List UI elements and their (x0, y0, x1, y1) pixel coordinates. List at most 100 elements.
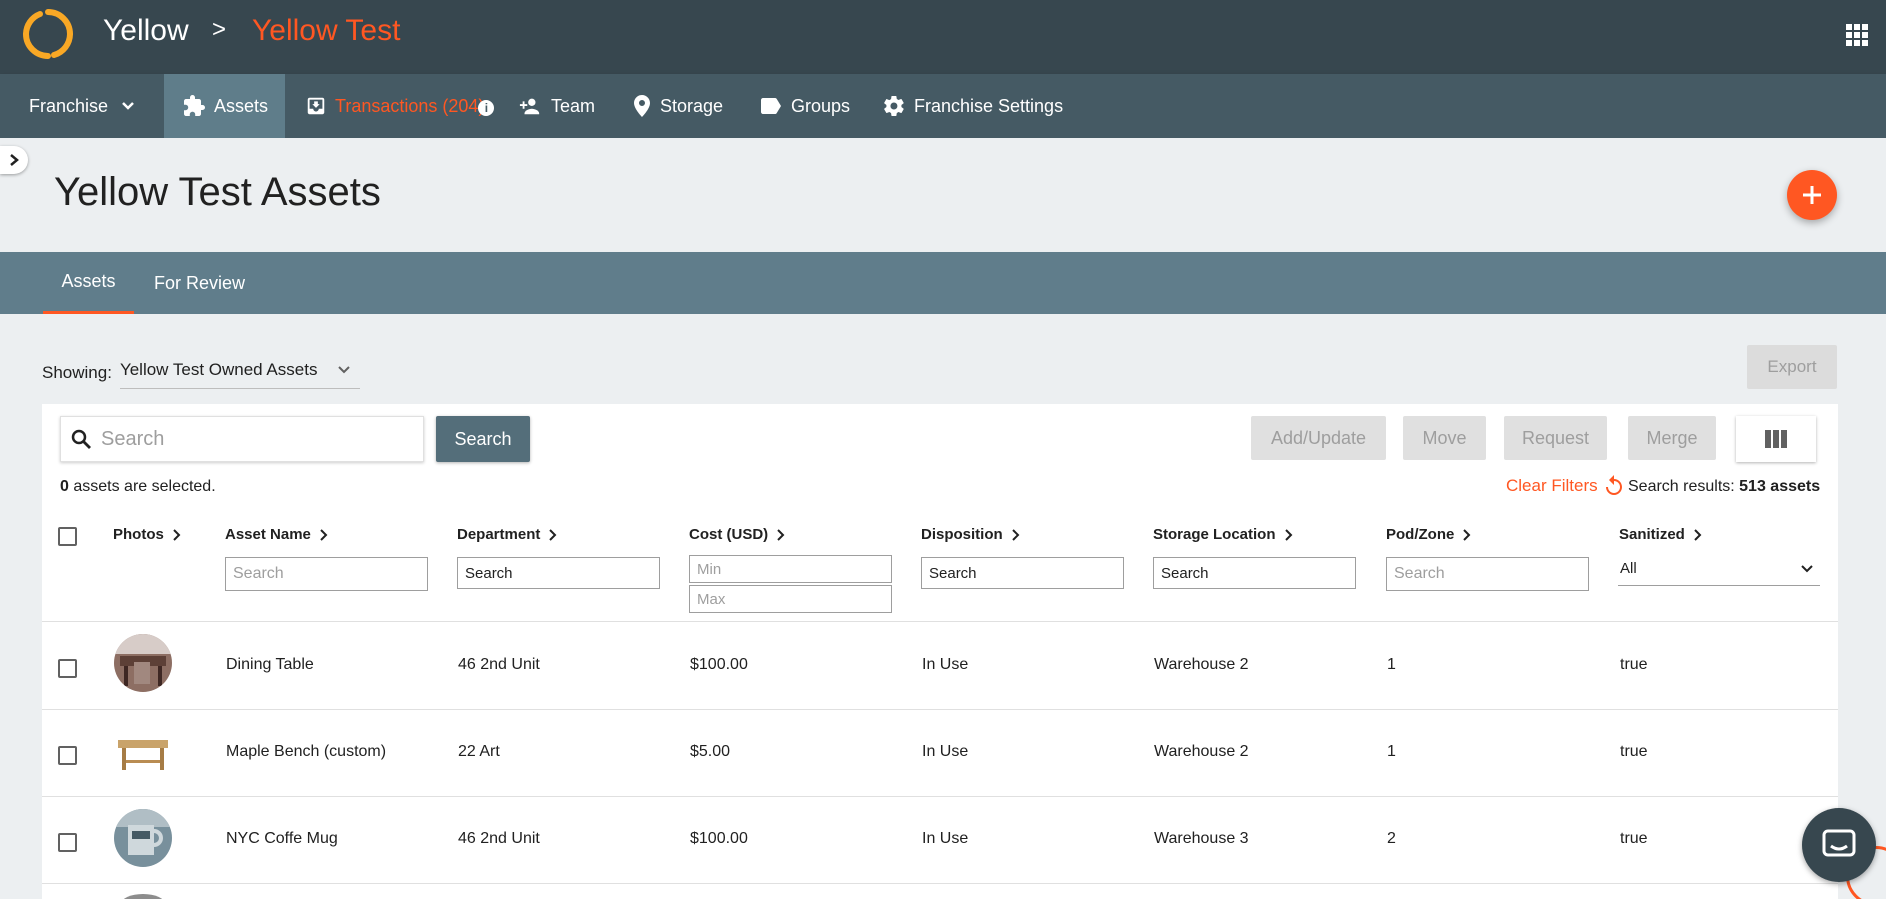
asset-name-filter-input[interactable] (225, 557, 428, 591)
nav-transactions[interactable]: Transactions (204) i (305, 74, 495, 138)
plus-icon (1803, 186, 1821, 204)
chevron-down-icon (1801, 565, 1813, 573)
row-divider (42, 883, 1838, 884)
clear-filters-button[interactable]: Clear Filters (1506, 474, 1626, 498)
select-all-checkbox[interactable] (58, 527, 77, 546)
nav-assets[interactable]: Assets (164, 74, 285, 138)
info-icon[interactable]: i (478, 100, 495, 116)
breadcrumb-org[interactable]: Yellow (103, 14, 189, 48)
column-header-department[interactable]: Department (457, 526, 558, 543)
tab-for-review[interactable]: For Review (151, 252, 248, 314)
nav-team-label: Team (551, 95, 596, 116)
search-button[interactable]: Search (436, 416, 530, 462)
asset-name-cell[interactable]: Maple Bench (custom) (226, 743, 386, 761)
nav-franchise-settings[interactable]: Franchise Settings (882, 74, 1063, 138)
asset-photo[interactable] (114, 722, 172, 780)
refresh-icon (1605, 475, 1622, 495)
apps-grid-icon[interactable] (1846, 24, 1868, 46)
chevron-right-icon (1011, 528, 1020, 541)
department-filter-input[interactable] (457, 557, 660, 589)
row-checkbox[interactable] (58, 746, 77, 765)
showing-select[interactable]: Yellow Test Owned Assets (119, 356, 360, 389)
sanitized-cell: true (1620, 830, 1648, 847)
add-asset-button[interactable] (1787, 170, 1837, 220)
column-header-sanitized-label: Sanitized (1619, 526, 1685, 543)
asset-photo[interactable] (114, 891, 172, 899)
search-results-label: Search results: (1628, 478, 1740, 495)
search-results-value: 513 assets (1739, 478, 1821, 495)
view-columns-icon (1765, 430, 1787, 448)
sanitized-cell: true (1620, 656, 1648, 673)
nav-team[interactable]: Team (517, 74, 595, 138)
table-row[interactable]: Dining Table 46 2nd Unit $100.00 In Use … (42, 622, 1838, 709)
nav-assets-label: Assets (214, 95, 269, 116)
nav-franchise-settings-label: Franchise Settings (914, 95, 1064, 116)
asset-photo[interactable] (114, 809, 172, 867)
chevron-right-icon (10, 154, 19, 166)
cost-min-input[interactable] (689, 555, 892, 583)
column-settings-button[interactable] (1736, 416, 1816, 462)
column-header-pod-zone[interactable]: Pod/Zone (1386, 526, 1472, 543)
column-header-sanitized[interactable]: Sanitized (1619, 526, 1703, 543)
column-header-storage-location[interactable]: Storage Location (1153, 526, 1294, 543)
column-header-asset-name[interactable]: Asset Name (225, 526, 329, 543)
nav-groups[interactable]: Groups (759, 74, 850, 138)
sidebar-toggle-button[interactable] (0, 146, 28, 174)
request-button[interactable]: Request (1504, 416, 1607, 460)
chevron-down-icon (122, 102, 134, 110)
disposition-filter-input[interactable] (921, 557, 1124, 589)
storage-location-filter-input[interactable] (1153, 557, 1356, 589)
storage-location-cell: Warehouse 2 (1154, 656, 1249, 673)
column-header-photos[interactable]: Photos (113, 526, 182, 543)
export-button[interactable]: Export (1747, 345, 1837, 389)
showing-label: Showing: (42, 362, 112, 382)
sanitized-cell: true (1620, 743, 1648, 760)
nav-transactions-label: Transactions (204) (335, 95, 485, 116)
sanitized-filter-select[interactable]: All (1618, 552, 1820, 586)
nav-storage[interactable]: Storage (632, 74, 723, 138)
row-checkbox[interactable] (58, 833, 77, 852)
table-row[interactable]: Maple Bench (custom) 22 Art $5.00 In Use… (42, 710, 1838, 797)
column-header-cost[interactable]: Cost (USD) (689, 526, 786, 543)
column-header-pod-zone-label: Pod/Zone (1386, 526, 1455, 543)
column-header-department-label: Department (457, 526, 541, 543)
chat-support-button[interactable] (1802, 808, 1876, 882)
chevron-right-icon (1463, 528, 1471, 541)
tab-assets[interactable]: Assets (43, 252, 134, 314)
department-cell: 22 Art (458, 743, 500, 760)
assets-table-card: Search Add/Update Move Request Merge 0 a… (42, 404, 1838, 899)
column-header-asset-name-label: Asset Name (225, 526, 311, 543)
merge-button[interactable]: Merge (1628, 416, 1716, 460)
row-checkbox[interactable] (58, 659, 77, 678)
pod-zone-filter-input[interactable] (1386, 557, 1589, 591)
location-pin-icon (634, 95, 650, 117)
asset-name-cell[interactable]: NYC Coffe Mug (226, 830, 338, 848)
chat-icon (1822, 829, 1856, 857)
column-header-cost-label: Cost (USD) (689, 526, 769, 543)
storage-location-cell: Warehouse 2 (1154, 743, 1249, 760)
search-input[interactable] (101, 427, 401, 451)
selected-count-value: 0 (60, 478, 69, 495)
app-logo-icon[interactable] (18, 4, 78, 64)
pod-zone-cell: 1 (1387, 743, 1396, 760)
franchise-dropdown[interactable]: Franchise (29, 74, 146, 138)
table-row[interactable]: NYC Coffe Mug 46 2nd Unit $100.00 In Use… (42, 797, 1838, 884)
pod-zone-cell: 2 (1387, 830, 1396, 847)
asset-name-cell[interactable]: Dining Table (226, 656, 314, 674)
column-header-disposition[interactable]: Disposition (921, 526, 1021, 543)
search-box (60, 416, 424, 462)
franchise-dropdown-label: Franchise (29, 95, 109, 116)
main-nav: Franchise Assets Transactions (204) i Te… (0, 74, 1886, 138)
cost-cell: $100.00 (690, 830, 748, 847)
cost-cell: $100.00 (690, 656, 748, 673)
chevron-right-icon (1284, 528, 1292, 541)
storage-location-cell: Warehouse 3 (1154, 830, 1249, 847)
asset-photo[interactable] (114, 634, 172, 692)
gear-icon (884, 95, 904, 117)
search-results-text: Search results: 513 assets (1628, 478, 1820, 496)
breadcrumb-current[interactable]: Yellow Test (252, 14, 400, 48)
cost-max-input[interactable] (689, 585, 892, 613)
move-button[interactable]: Move (1403, 416, 1486, 460)
add-update-button[interactable]: Add/Update (1251, 416, 1386, 460)
pod-zone-cell: 1 (1387, 656, 1396, 673)
